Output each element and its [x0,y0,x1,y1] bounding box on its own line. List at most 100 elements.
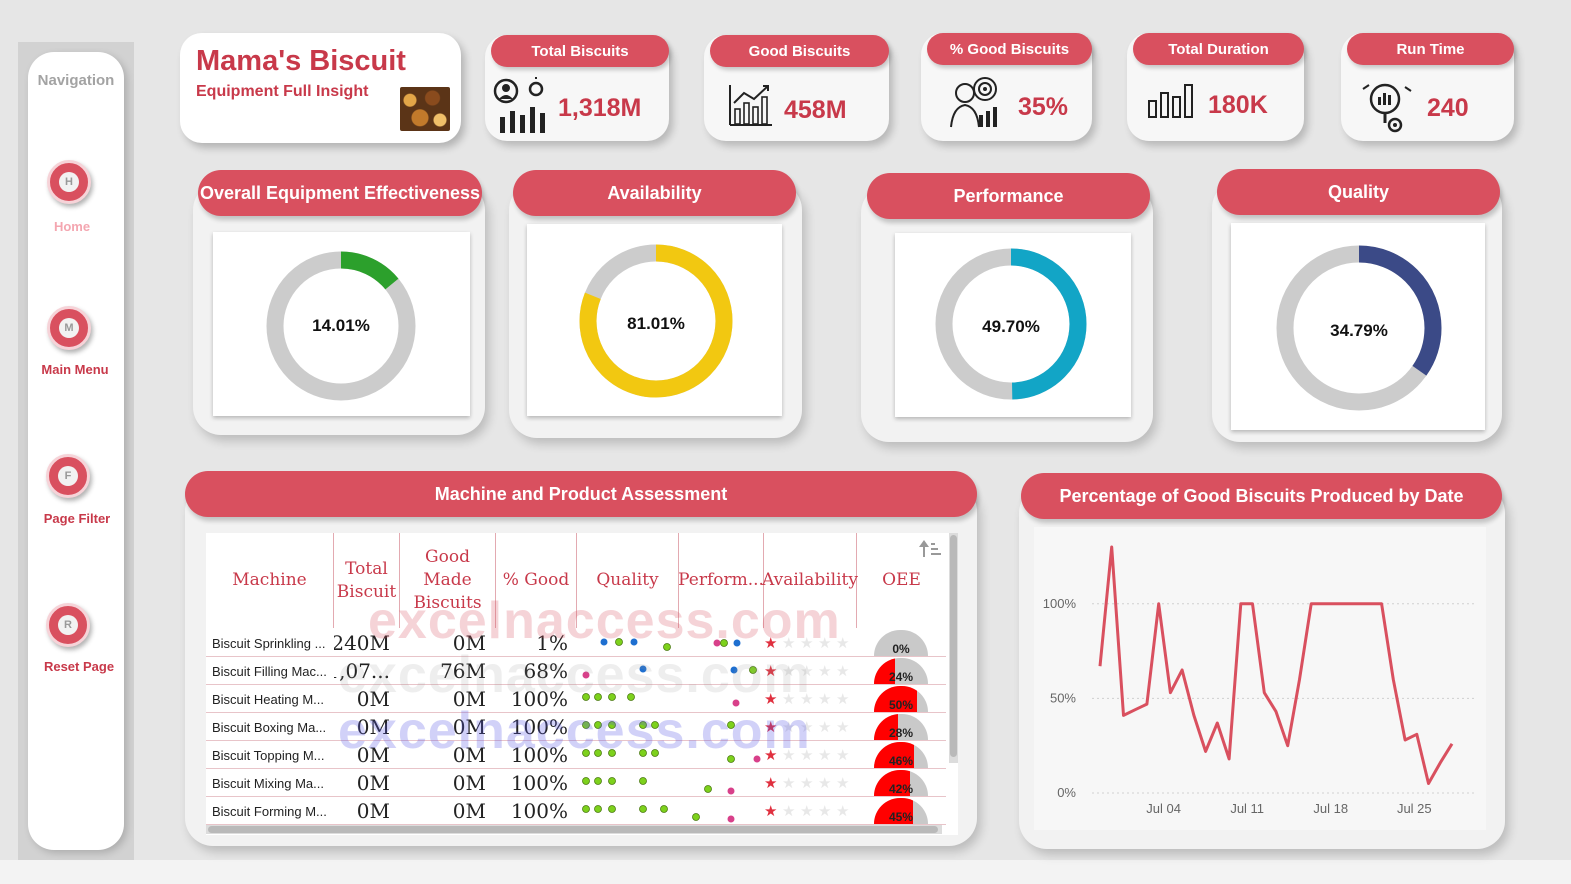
marker-dot [720,639,728,647]
marker-dot [639,665,647,673]
marker-dot [582,777,590,785]
availability-star-icon: ★ [800,747,813,764]
row-markers: ★ ★ ★ ★ ★ [582,747,849,764]
line-chart-svg: 0% 50% 100% Jul 04 Jul 11 Jul 18 Jul 25 [1043,545,1474,816]
oee-badge-value: 24% [888,670,914,684]
title-card: Mama's Biscuit Equipment Full Insight [180,33,461,143]
marker-dot [651,749,659,757]
table-row[interactable]: Biscuit Forming M... 0M 0M 100% ★ ★ ★ ★ ★ 45% [206,797,946,825]
nav-label-reset-page[interactable]: Reset Page [24,659,134,674]
oee-badge-value: 45% [888,810,914,824]
marker-dot [732,699,740,707]
marker-dot [594,777,602,785]
reset-icon: R [58,615,78,635]
x-tick-label: Jul 04 [1146,801,1181,816]
home-button[interactable]: H [47,160,91,204]
marker-dot [692,813,700,821]
y-tick-label: 0% [1057,785,1076,800]
gauge-oee-value: 14.01% [312,316,370,335]
table-row[interactable]: Biscuit Sprinkling ... 240M 0M 1% ★ ★ ★ ★ ★ 0% [206,629,946,657]
availability-star-icon: ★ [818,691,831,708]
col-quality[interactable]: Quality [577,533,679,628]
kpi-pct-good-biscuits: % Good Biscuits 35% [921,33,1092,141]
availability-star-icon: ★ [782,663,795,680]
availability-star-icon: ★ [764,635,777,652]
kpi-total-biscuits-label: Total Biscuits [491,35,669,67]
availability-star-icon: ★ [818,747,831,764]
kpi-run-time-label: Run Time [1347,33,1514,65]
availability-star-icon: ★ [764,803,777,820]
marker-dot [727,787,735,795]
availability-star-icon: ★ [764,691,777,708]
marker-dot [727,755,735,763]
col-pct-good[interactable]: % Good [496,533,577,628]
row-markers: ★ ★ ★ ★ ★ [582,691,849,708]
availability-star-icon: ★ [836,775,849,792]
availability-star-icon: ★ [764,663,777,680]
marker-dot [582,749,590,757]
kpi-total-duration-label: Total Duration [1133,33,1304,65]
table-scrollbar-vertical[interactable] [949,533,958,763]
availability-star-icon: ★ [836,747,849,764]
availability-star-icon: ★ [782,775,795,792]
marker-dot [753,755,761,763]
col-total-biscuit[interactable]: Total Biscuit [334,533,400,628]
scroll-thumb-horizontal[interactable] [208,826,938,833]
marker-dot [639,805,647,813]
table-scrollbar-horizontal[interactable] [206,825,942,834]
app-subtitle: Equipment Full Insight [196,83,369,100]
availability-star-icon: ★ [818,775,831,792]
marker-dot [627,693,635,701]
page-filter-button[interactable]: F [46,454,90,498]
oee-badge-value: 0% [892,642,910,656]
table-row[interactable]: Biscuit Filling Mac...1,07...76M68%★★★★★… [206,657,946,685]
col-availability[interactable]: Availability [762,533,858,628]
kpi-good-biscuits: Good Biscuits 458M [704,35,889,141]
col-machine[interactable]: Machine [206,533,334,628]
availability-star-icon: ★ [818,803,831,820]
oee-badge-value: 42% [888,782,914,796]
gauge-quality-value: 34.79% [1330,321,1388,340]
nav-label-home[interactable]: Home [17,219,127,234]
marker-dot [727,721,735,729]
availability-star-icon: ★ [818,719,831,736]
nav-label-page-filter[interactable]: Page Filter [22,511,132,526]
table-row[interactable]: Biscuit Heating M... 0M 0M 100% ★ ★ ★ ★ ★ 50% [206,685,946,713]
availability-star-icon: ★ [800,663,813,680]
home-icon: H [59,172,79,192]
series-line[interactable] [1098,545,1454,785]
bar-chart-icon [1148,84,1193,118]
sort-ascending-icon[interactable] [918,539,942,559]
nav-label-main-menu[interactable]: Main Menu [20,362,130,377]
col-performance[interactable]: Perform... [678,533,764,628]
y-tick-label: 50% [1050,690,1076,705]
row-markers: ★ ★ ★ ★ ★ [582,803,849,823]
kpi-pct-good-value: 35% [1018,93,1069,121]
marker-dot [727,815,735,823]
reset-page-button[interactable]: R [46,603,90,647]
marker-dot [663,643,671,651]
gauge-quality: 34.79% [1231,223,1485,430]
scroll-thumb-vertical[interactable] [950,535,957,757]
table-row[interactable]: Biscuit Topping M... 0M 0M 100% ★ ★ ★ ★ ★ 46% [206,741,946,769]
availability-star-icon: ★ [818,635,831,652]
app-title: Mama's Biscuit [196,45,406,77]
availability-star-icon: ★ [836,663,849,680]
availability-star-icon: ★ [782,747,795,764]
availability-star-icon: ★ [782,635,795,652]
availability-star-icon: ★ [800,803,813,820]
line-chart: 0% 50% 100% Jul 04 Jul 11 Jul 18 Jul 25 [1034,527,1486,830]
col-good-made[interactable]: Good Made Biscuits [400,533,496,628]
machine-assessment-title: Machine and Product Assessment [185,471,977,517]
availability-star-icon: ★ [782,803,795,820]
kpi-run-time-value: 240 [1427,94,1469,122]
marker-dot [594,749,602,757]
table-row[interactable]: Biscuit Mixing Ma... 0M 0M 100% ★ ★ ★ ★ ★ 42% [206,769,946,797]
marker-dot [660,805,668,813]
table-row[interactable]: Biscuit Boxing Ma... 0M 0M 100% ★ ★ ★ ★ ★ 28% [206,713,946,741]
gauge-oee: 14.01% [213,232,470,416]
marker-dot [733,639,741,647]
availability-star-icon: ★ [836,635,849,652]
main-menu-button[interactable]: M [47,306,91,350]
marker-dot [704,785,712,793]
